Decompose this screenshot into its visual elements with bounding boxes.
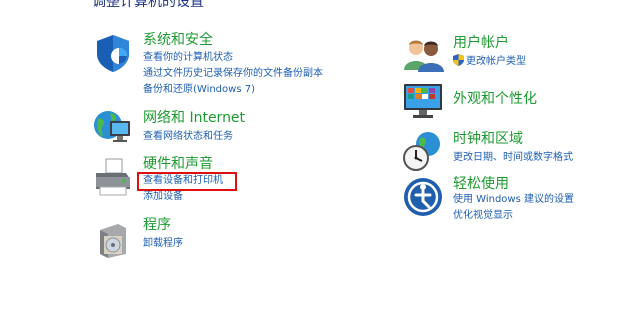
link-optimize-visual-display[interactable]: 优化视觉显示 (453, 209, 513, 223)
link-view-computer-status[interactable]: 查看你的计算机状态 (143, 51, 233, 65)
link-network-status[interactable]: 查看网络状态和任务 (143, 130, 233, 144)
category-title-clock-region[interactable]: 时钟和区域 (453, 130, 523, 148)
category-title-user-accounts[interactable]: 用户帐户 (453, 34, 509, 52)
link-backup-restore[interactable]: 备份和还原(Windows 7) (143, 83, 255, 97)
accessibility-icon (404, 178, 442, 216)
link-change-account-type[interactable]: 更改帐户类型 (453, 54, 526, 69)
users-icon (404, 40, 444, 72)
category-title-system-security[interactable]: 系统和安全 (143, 31, 213, 49)
link-uninstall-program[interactable]: 卸载程序 (143, 237, 183, 251)
link-file-history-backup[interactable]: 通过文件历史记录保存你的文件备份副本 (143, 67, 323, 81)
category-title-hardware[interactable]: 硬件和声音 (143, 155, 213, 173)
link-windows-recommended-settings[interactable]: 使用 Windows 建议的设置 (453, 193, 574, 207)
page-heading-clipped: 调整计算机的设置 (92, 0, 204, 10)
clock-globe-icon (403, 132, 440, 171)
category-title-programs[interactable]: 程序 (143, 216, 171, 234)
link-change-account-type-label: 更改帐户类型 (466, 56, 526, 67)
highlight-box (137, 172, 237, 191)
globe-monitor-icon (94, 111, 130, 142)
category-title-appearance[interactable]: 外观和个性化 (453, 90, 537, 108)
monitor-palette-icon (404, 84, 442, 118)
disc-box-icon (100, 224, 126, 258)
category-title-network[interactable]: 网络和 Internet (143, 109, 245, 127)
category-title-ease-of-access[interactable]: 轻松使用 (453, 175, 509, 193)
link-change-date-time-format[interactable]: 更改日期、时间或数字格式 (453, 151, 573, 165)
shield-icon (97, 35, 129, 72)
link-add-device[interactable]: 添加设备 (143, 190, 183, 204)
printer-icon (96, 158, 130, 196)
uac-shield-icon (453, 54, 464, 66)
